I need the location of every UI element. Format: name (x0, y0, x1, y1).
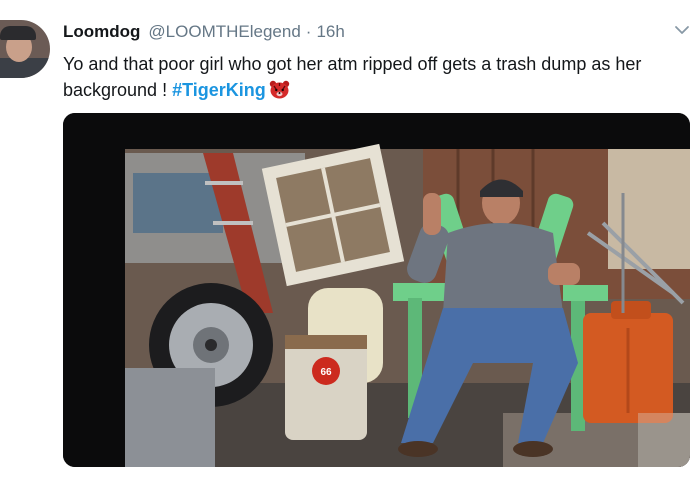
timestamp[interactable]: 16h (316, 22, 344, 42)
user-handle[interactable]: @LOOMTHElegend (148, 22, 300, 42)
chevron-down-icon[interactable] (674, 24, 690, 36)
tiger-face-icon (269, 80, 289, 99)
avatar-shirt (0, 58, 50, 78)
tweet-media-photo[interactable]: 66 (63, 113, 690, 467)
tweet-text: Yo and that poor girl who got her atm ri… (63, 51, 688, 103)
tweet: Loomdog @LOOMTHElegend · 16h Yo and that… (0, 0, 700, 477)
avatar[interactable] (0, 20, 50, 78)
separator-dot: · (305, 22, 312, 41)
hashtag-link[interactable]: #TigerKing (172, 80, 266, 100)
tweet-text-main: Yo and that poor girl who got her atm ri… (63, 54, 642, 100)
tv-screen: 66 (125, 143, 690, 467)
sign-label: 66 (320, 367, 332, 378)
avatar-cap (0, 26, 36, 40)
tweet-header: Loomdog @LOOMTHElegend · 16h (63, 22, 345, 44)
display-name[interactable]: Loomdog (63, 22, 140, 42)
photo-scene: 66 (63, 113, 690, 467)
